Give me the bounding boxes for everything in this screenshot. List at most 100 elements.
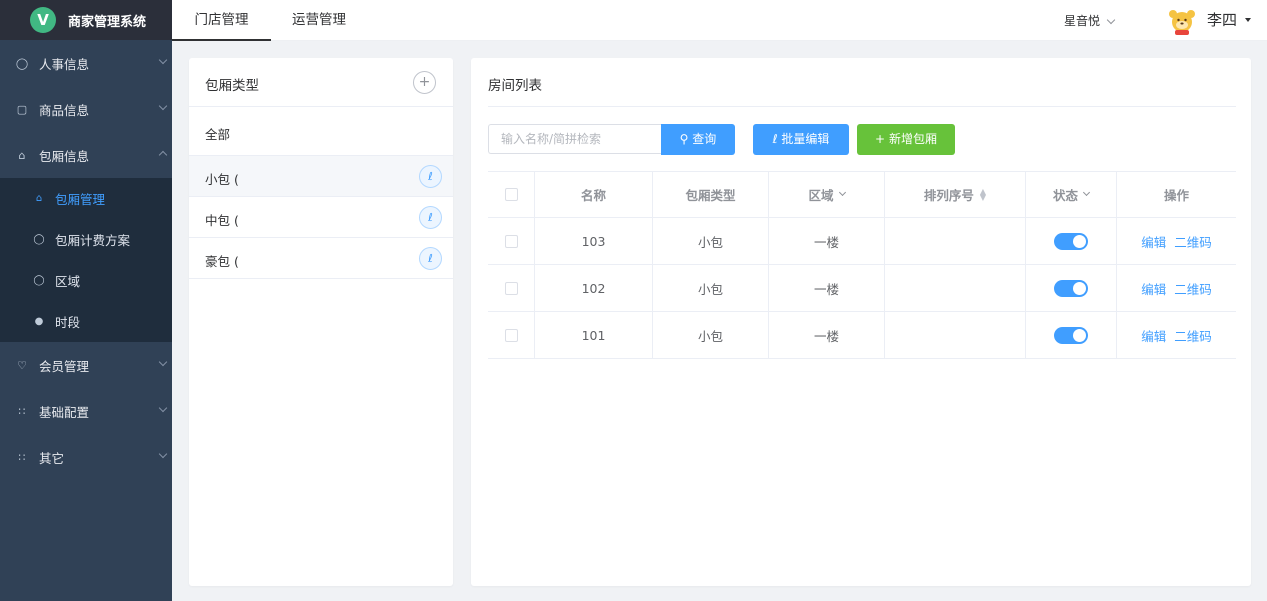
edit-link[interactable]: 编辑 — [1141, 326, 1166, 345]
room-type-item[interactable]: 中包 ( ℓ — [189, 197, 453, 238]
cell-actions: 编辑 二维码 — [1117, 218, 1236, 264]
room-type-label: 全部 — [205, 127, 231, 142]
row-checkbox[interactable] — [504, 234, 518, 248]
cell-type: 小包 — [653, 218, 769, 264]
user-avatar-icon[interactable] — [1166, 5, 1198, 37]
menu-hr-info[interactable]: ◯ 人事信息 — [0, 40, 172, 86]
menu-goods-info[interactable]: ▢ 商品信息 — [0, 86, 172, 132]
table-row: 103 小包 一楼 编辑 二维码 — [488, 218, 1236, 265]
qrcode-link[interactable]: 二维码 — [1174, 326, 1212, 345]
home-icon: ⌂ — [35, 193, 43, 204]
chevron-down-icon — [158, 357, 168, 367]
room-type-item[interactable]: 豪包 ( ℓ — [189, 238, 453, 279]
cell-name: 101 — [535, 312, 653, 358]
table-row: 101 小包 一楼 编辑 二维码 — [488, 312, 1236, 359]
store-selector[interactable]: 星音悦 — [1064, 12, 1116, 29]
cell-name: 103 — [535, 218, 653, 264]
sidebar-item-time-slot[interactable]: ● 时段 — [0, 301, 172, 342]
row-select-cell — [488, 265, 535, 311]
batch-edit-label: 批量编辑 — [781, 132, 830, 146]
vue-logo-icon: V — [30, 7, 56, 33]
select-all-cell — [488, 172, 535, 217]
batch-edit-button[interactable]: ℓ 批量编辑 — [753, 124, 849, 155]
edit-icon[interactable]: ℓ — [419, 206, 442, 229]
qrcode-link[interactable]: 二维码 — [1174, 279, 1212, 298]
room-type-label: 小包 ( — [205, 172, 239, 187]
menu-member-management[interactable]: ♡ 会员管理 — [0, 342, 172, 388]
cell-type: 小包 — [653, 312, 769, 358]
time-icon: ● — [34, 316, 44, 327]
edit-icon[interactable]: ℓ — [419, 165, 442, 188]
add-room-label: 新增包厢 — [888, 132, 937, 146]
room-submenu: ⌂ 包厢管理 ◯ 包厢计费方案 ◯ 区域 ● 时段 — [0, 178, 172, 342]
sub-label: 包厢计费方案 — [55, 233, 131, 248]
column-header-status[interactable]: 状态 — [1026, 172, 1117, 217]
toggle-knob — [1073, 328, 1086, 342]
sort-icon[interactable]: ▲ ▼ — [980, 187, 986, 201]
cell-order — [885, 265, 1026, 311]
cell-status — [1026, 218, 1117, 264]
column-header-area[interactable]: 区域 — [769, 172, 885, 217]
chevron-down-icon[interactable] — [1082, 188, 1091, 197]
sidebar-item-room-management[interactable]: ⌂ 包厢管理 — [0, 178, 172, 219]
row-checkbox[interactable] — [504, 281, 518, 295]
sub-label: 时段 — [55, 315, 81, 330]
search-input[interactable] — [488, 124, 662, 154]
sidebar-item-room-pricing[interactable]: ◯ 包厢计费方案 — [0, 219, 172, 260]
chevron-down-icon — [1106, 15, 1116, 25]
menu-other[interactable]: ∷ 其它 — [0, 434, 172, 480]
column-header-actions: 操作 — [1163, 188, 1189, 203]
top-header: 门店管理 运营管理 星音悦 李四 — [172, 0, 1267, 41]
row-checkbox[interactable] — [504, 328, 518, 342]
cell-actions: 编辑 二维码 — [1117, 265, 1236, 311]
chevron-down-icon[interactable] — [838, 188, 846, 197]
tab-operation-management[interactable]: 运营管理 — [271, 0, 367, 41]
edit-link[interactable]: 编辑 — [1141, 279, 1166, 298]
add-room-type-button[interactable]: + — [413, 71, 436, 94]
cell-area: 一楼 — [769, 218, 885, 264]
status-toggle[interactable] — [1054, 232, 1088, 250]
column-header-name[interactable]: 名称 — [535, 172, 653, 217]
plus-icon: + — [875, 132, 886, 146]
add-room-button[interactable]: + 新增包厢 — [857, 124, 955, 155]
room-type-label: 中包 ( — [205, 213, 239, 228]
room-type-item[interactable]: 小包 ( ℓ — [189, 156, 453, 197]
goods-icon: ▢ — [16, 102, 28, 116]
column-header-type[interactable]: 包厢类型 — [653, 172, 769, 217]
menu-basic-config[interactable]: ∷ 基础配置 — [0, 388, 172, 434]
qrcode-link[interactable]: 二维码 — [1174, 232, 1212, 251]
menu-label: 包厢信息 — [39, 148, 90, 164]
status-toggle[interactable] — [1054, 279, 1088, 297]
app-title: 商家管理系统 — [68, 14, 147, 30]
cell-order — [885, 312, 1026, 358]
select-all-checkbox[interactable] — [504, 188, 518, 201]
menu-label: 人事信息 — [39, 56, 90, 72]
caret-down-icon[interactable] — [1245, 18, 1251, 22]
query-button[interactable]: ⚲ 查询 — [661, 124, 735, 155]
status-toggle[interactable] — [1054, 326, 1088, 344]
chevron-up-icon — [158, 150, 168, 160]
sidebar-item-area[interactable]: ◯ 区域 — [0, 260, 172, 301]
cell-area: 一楼 — [769, 265, 885, 311]
room-type-all[interactable]: 全部 — [189, 107, 453, 156]
edit-icon[interactable]: ℓ — [419, 247, 442, 270]
room-type-header: 包厢类型 + — [189, 58, 453, 107]
column-header-order[interactable]: 排列序号 ▲ ▼ — [885, 172, 1026, 217]
query-label: 查询 — [692, 132, 717, 146]
edit-link[interactable]: 编辑 — [1141, 232, 1166, 251]
user-name[interactable]: 李四 — [1207, 9, 1237, 30]
room-type-panel: 包厢类型 + 全部 小包 ( ℓ 中包 ( ℓ 豪包 ( ℓ — [189, 58, 453, 586]
cell-status — [1026, 312, 1117, 358]
menu-room-info[interactable]: ⌂ 包厢信息 — [0, 132, 172, 178]
sidebar: V 商家管理系统 ◯ 人事信息 ▢ 商品信息 ⌂ 包厢信息 ⌂ 包厢管理 ◯ 包… — [0, 0, 172, 601]
user-icon: ◯ — [15, 56, 29, 70]
cell-status — [1026, 265, 1117, 311]
room-list-panel: 房间列表 ⚲ 查询 ℓ 批量编辑 + 新增包厢 名称 包厢类型 区域 排列序号 ▲… — [471, 58, 1251, 586]
menu-label: 会员管理 — [39, 358, 90, 374]
cell-order — [885, 218, 1026, 264]
user-icon: ◯ — [33, 275, 45, 286]
menu-label: 商品信息 — [39, 102, 90, 118]
tab-store-management[interactable]: 门店管理 — [172, 0, 271, 41]
column-header-order-label: 排列序号 — [923, 188, 974, 203]
chevron-down-icon — [158, 55, 168, 65]
